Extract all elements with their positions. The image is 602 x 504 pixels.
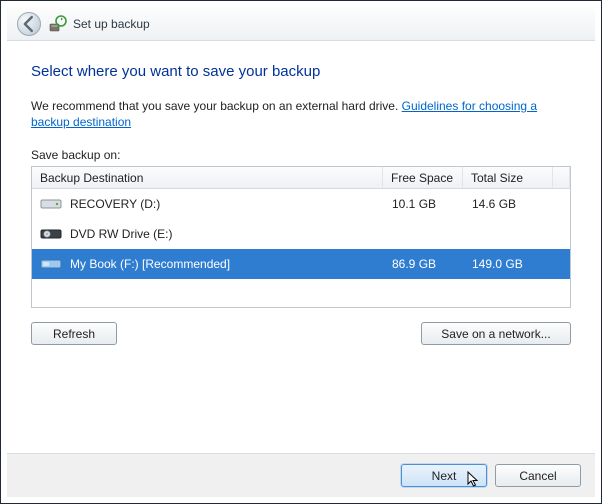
ext-drive-icon [40, 256, 62, 272]
description: We recommend that you save your backup o… [31, 98, 571, 130]
backup-wizard-window: Set up backup Select where you want to s… [0, 0, 602, 504]
next-button-label: Next [432, 469, 457, 483]
table-header: Backup Destination Free Space Total Size [32, 167, 570, 189]
table-row[interactable]: DVD RW Drive (E:) [32, 219, 570, 249]
refresh-button[interactable]: Refresh [31, 322, 117, 345]
save-network-button[interactable]: Save on a network... [421, 322, 571, 345]
footer: Next Cancel [7, 453, 595, 497]
save-on-label: Save backup on: [31, 148, 571, 162]
description-text: We recommend that you save your backup o… [31, 99, 402, 113]
back-button[interactable] [17, 12, 41, 36]
content-area: Select where you want to save your backu… [1, 41, 601, 345]
destination-table: Backup Destination Free Space Total Size… [31, 166, 571, 308]
next-button[interactable]: Next [401, 464, 487, 487]
cancel-button[interactable]: Cancel [495, 464, 581, 487]
page-heading: Select where you want to save your backu… [31, 63, 571, 80]
col-header-destination[interactable]: Backup Destination [32, 167, 383, 188]
optical-drive-icon [40, 226, 62, 242]
drive-name: RECOVERY (D:) [70, 197, 160, 211]
col-header-total[interactable]: Total Size [463, 167, 553, 188]
titlebar: Set up backup [7, 7, 595, 41]
free-space: 10.1 GB [384, 197, 464, 211]
backup-icon [49, 15, 67, 33]
cursor-icon [467, 471, 481, 489]
total-size: 14.6 GB [464, 197, 554, 211]
hdd-drive-icon [40, 196, 62, 212]
table-row[interactable]: RECOVERY (D:) 10.1 GB14.6 GB [32, 189, 570, 219]
col-header-free[interactable]: Free Space [383, 167, 463, 188]
window-title: Set up backup [73, 17, 150, 31]
col-header-scroll [553, 167, 570, 188]
button-row: Refresh Save on a network... [31, 322, 571, 345]
table-body: RECOVERY (D:) 10.1 GB14.6 GB DVD RW Drive … [32, 189, 570, 279]
free-space: 86.9 GB [384, 257, 464, 271]
drive-name: DVD RW Drive (E:) [70, 227, 172, 241]
total-size: 149.0 GB [464, 257, 554, 271]
table-row[interactable]: My Book (F:) [Recommended] 86.9 GB149.0 G… [32, 249, 570, 279]
drive-name: My Book (F:) [Recommended] [70, 257, 230, 271]
